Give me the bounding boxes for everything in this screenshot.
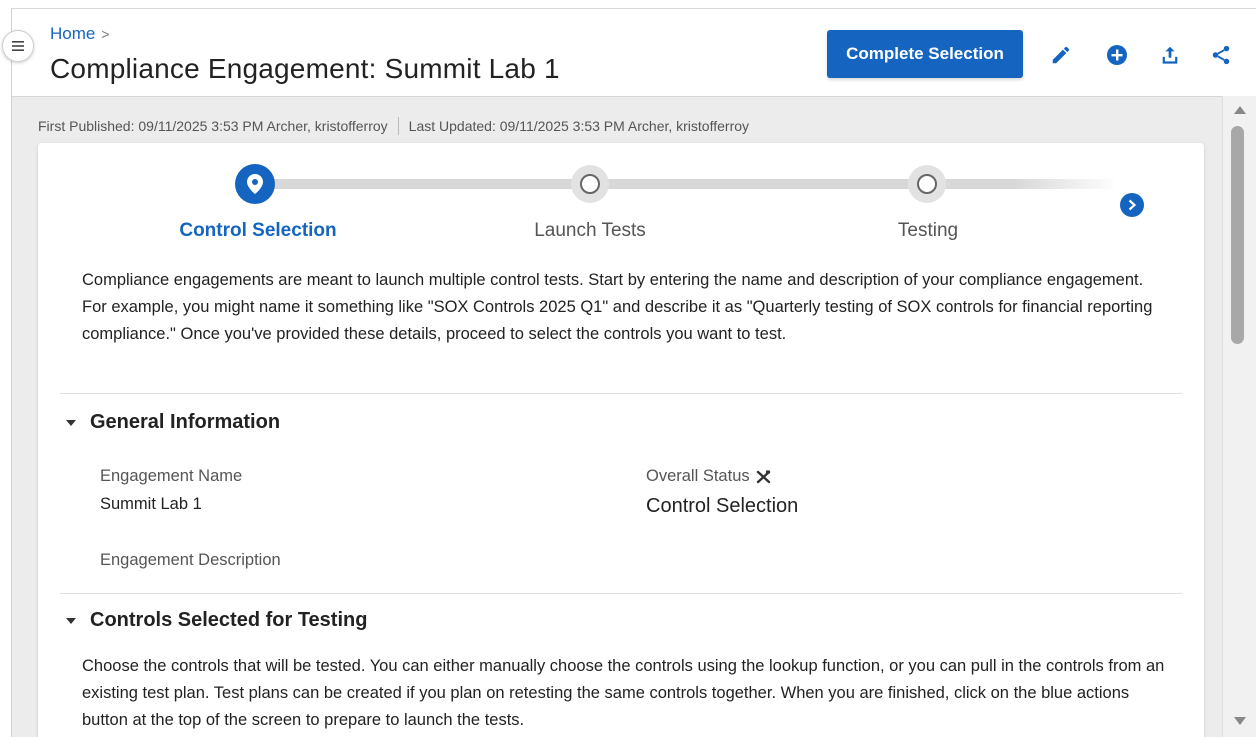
intro-description: Compliance engagements are meant to laun… — [82, 271, 1153, 343]
controls-selected-heading: Controls Selected for Testing — [90, 609, 368, 631]
export-icon[interactable] — [1157, 42, 1183, 68]
content-area: First Published: 09/11/2025 3:53 PM Arch… — [12, 96, 1222, 737]
location-pin-icon — [247, 174, 263, 194]
step-launch-tests-node[interactable] — [571, 165, 609, 203]
last-updated-text: Last Updated: 09/11/2025 3:53 PM Archer,… — [408, 118, 750, 134]
breadcrumb-home-link[interactable]: Home — [50, 24, 95, 44]
stepper-track — [258, 179, 1128, 189]
stepper-progress-bar — [258, 179, 1118, 189]
step-control-selection-node[interactable] — [235, 164, 275, 204]
stepper-next-button[interactable] — [1120, 193, 1144, 217]
engagement-description-label: Engagement Description — [100, 551, 281, 569]
step-launch-tests-label[interactable]: Launch Tests — [470, 220, 710, 242]
caret-down-icon — [66, 617, 76, 624]
edit-icon[interactable] — [1048, 42, 1074, 68]
share-icon[interactable] — [1208, 42, 1234, 68]
section-divider — [60, 393, 1182, 394]
step-pending-icon — [580, 174, 600, 194]
breadcrumb-separator: > — [101, 26, 110, 42]
publish-meta: First Published: 09/11/2025 3:53 PM Arch… — [38, 117, 749, 135]
chevron-right-icon — [1128, 199, 1137, 211]
menu-toggle-button[interactable] — [2, 30, 34, 62]
page-header: Home > Compliance Engagement: Summit Lab… — [12, 0, 1256, 96]
overall-status-value: Control Selection — [646, 495, 799, 517]
add-circle-icon[interactable] — [1104, 42, 1130, 68]
step-testing-label[interactable]: Testing — [808, 220, 1048, 242]
left-rail — [0, 8, 12, 737]
vertical-scrollbar[interactable] — [1222, 96, 1256, 737]
step-testing-node[interactable] — [908, 165, 946, 203]
caret-down-icon — [66, 419, 76, 426]
general-information-heading: General Information — [90, 411, 281, 433]
complete-selection-button[interactable]: Complete Selection — [827, 30, 1023, 78]
step-control-selection-label[interactable]: Control Selection — [138, 220, 378, 242]
scroll-up-arrow-icon[interactable] — [1234, 106, 1246, 114]
overall-status-label-group: Overall Status — [646, 467, 772, 486]
scroll-thumb[interactable] — [1231, 126, 1244, 344]
engagement-name-label: Engagement Name — [100, 467, 243, 485]
header-top-divider — [12, 8, 1256, 9]
hamburger-icon — [12, 41, 24, 51]
engagement-name-value: Summit Lab 1 — [100, 495, 202, 513]
step-pending-icon — [917, 174, 937, 194]
calculated-field-icon — [756, 470, 770, 483]
general-information-toggle[interactable]: General Information — [66, 411, 280, 434]
overall-status-label: Overall Status — [646, 467, 750, 485]
meta-divider — [397, 117, 399, 135]
scroll-down-arrow-icon[interactable] — [1234, 717, 1246, 725]
section-divider — [60, 593, 1182, 594]
controls-selected-toggle[interactable]: Controls Selected for Testing — [66, 609, 367, 632]
first-published-text: First Published: 09/11/2025 3:53 PM Arch… — [38, 118, 388, 134]
breadcrumb: Home > — [50, 24, 110, 44]
engagement-card: Control Selection Launch Tests Testing C… — [38, 143, 1204, 737]
page-title: Compliance Engagement: Summit Lab 1 — [50, 53, 560, 84]
controls-section-description: Choose the controls that will be tested.… — [82, 657, 1165, 729]
